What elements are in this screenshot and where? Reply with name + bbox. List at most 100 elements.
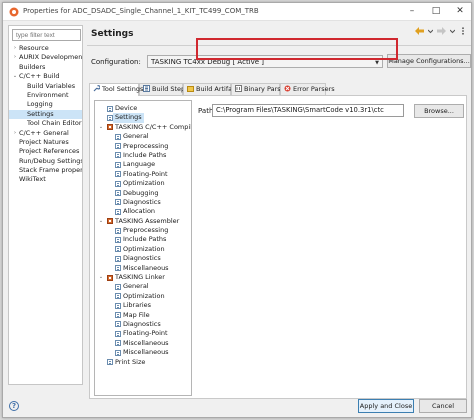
nav-item-settings[interactable]: Settings	[9, 109, 82, 120]
back-menu-chevron-icon[interactable]	[428, 27, 433, 35]
chevron-right-icon[interactable]: ›	[12, 129, 18, 138]
manage-configurations-button[interactable]: Manage Configurations...	[387, 54, 471, 68]
nav-item-wikitext[interactable]: WikiText	[9, 175, 82, 184]
minimize-button[interactable]: –	[407, 6, 417, 16]
nav-item-logging[interactable]: Logging	[9, 100, 82, 109]
forward-arrow-icon[interactable]	[437, 27, 446, 35]
nav-item-resource[interactable]: › Resource	[9, 44, 82, 53]
tree-item-compiler-debugging[interactable]: Debugging	[95, 189, 191, 198]
tree-item-linker-optimization[interactable]: Optimization	[95, 292, 191, 301]
back-arrow-icon[interactable]	[415, 27, 424, 35]
help-icon[interactable]: ?	[9, 401, 19, 411]
chevron-down-icon[interactable]: ⌄	[98, 273, 104, 282]
nav-item-aurix-development[interactable]: › AURIX Development	[9, 53, 82, 62]
apply-and-close-button[interactable]: Apply and Close	[358, 399, 414, 413]
tree-item-compiler-allocation[interactable]: Allocation	[95, 207, 191, 216]
nav-item-cpp-build[interactable]: ⌄ C/C++ Build	[9, 72, 82, 81]
tree-item-compiler[interactable]: ⌄ TASKING C/C++ Compiler	[95, 123, 191, 132]
nav-item-project-references[interactable]: Project References	[9, 147, 82, 156]
nav-item-label: Project Natures	[19, 137, 69, 146]
nav-item-tool-chain-editor[interactable]: Tool Chain Editor	[9, 119, 82, 128]
maximize-button[interactable]: □	[431, 6, 441, 16]
page-navigation	[415, 27, 467, 35]
tree-item-device[interactable]: Device	[95, 104, 191, 113]
wrench-icon	[93, 85, 100, 92]
tree-item-label: Optimization	[123, 179, 165, 188]
tab-error-parsers[interactable]: Error Parsers	[280, 83, 335, 95]
tree-item-compiler-diagnostics[interactable]: Diagnostics	[95, 198, 191, 207]
tree-item-compiler-general[interactable]: General	[95, 132, 191, 141]
tree-item-linker-miscellaneous-2[interactable]: Miscellaneous	[95, 348, 191, 357]
cancel-button[interactable]: Cancel	[419, 399, 467, 413]
tree-item-label: TASKING C/C++ Compiler	[115, 122, 192, 131]
tab-binary-parsers[interactable]: Binary Parsers	[231, 83, 291, 95]
tab-build-artifact[interactable]: Build Artifact	[183, 83, 238, 95]
tree-item-compiler-floating-point[interactable]: Floating-Point	[95, 170, 191, 179]
path-row: Path C:\Program Files\TASKING\SmartCode …	[198, 104, 464, 118]
tree-item-linker-miscellaneous[interactable]: Miscellaneous	[95, 339, 191, 348]
nav-item-builders[interactable]: Builders	[9, 63, 82, 72]
nav-item-run-debug-settings[interactable]: Run/Debug Settings	[9, 157, 82, 166]
tree-item-compiler-language[interactable]: Language	[95, 160, 191, 169]
nav-item-project-natures[interactable]: Project Natures	[9, 138, 82, 147]
tab-build-steps[interactable]: Build Steps	[139, 83, 189, 95]
nav-item-cpp-general[interactable]: › C/C++ General	[9, 129, 82, 138]
nav-item-label: Tool Chain Editor	[27, 119, 82, 128]
close-button[interactable]: ✕	[455, 6, 465, 16]
tree-item-compiler-include-paths[interactable]: Include Paths	[95, 151, 191, 160]
nav-item-build-variables[interactable]: Build Variables	[9, 82, 82, 91]
page-icon	[115, 321, 121, 328]
chevron-down-icon[interactable]: ⌄	[12, 72, 18, 81]
tree-item-assembler-miscellaneous[interactable]: Miscellaneous	[95, 264, 191, 273]
filter-input[interactable]	[12, 29, 81, 41]
view-menu-icon[interactable]	[459, 27, 467, 35]
window-title: Properties for ADC_DSADC_Single_Channel_…	[23, 7, 259, 15]
tree-item-label: Map File	[123, 310, 150, 319]
tree-item-linker[interactable]: ⌄ TASKING Linker	[95, 273, 191, 282]
nav-item-label: Build Variables	[27, 81, 76, 90]
tree-item-label: Optimization	[123, 244, 165, 253]
tree-item-label: Debugging	[123, 188, 159, 197]
tree-item-label: Miscellaneous	[123, 348, 169, 357]
tree-item-assembler[interactable]: ⌄ TASKING Assembler	[95, 217, 191, 226]
configuration-label: Configuration:	[91, 58, 141, 66]
page-icon	[115, 236, 121, 243]
tree-item-linker-floating-point[interactable]: Floating-Point	[95, 329, 191, 338]
nav-item-label: Project References	[19, 147, 80, 156]
tree-item-settings[interactable]: Settings	[95, 113, 191, 123]
tab-tool-settings[interactable]: Tool Settings	[89, 83, 143, 96]
tree-item-assembler-diagnostics[interactable]: Diagnostics	[95, 254, 191, 263]
tree-item-label: Floating-Point	[123, 329, 168, 338]
nav-item-label: Logging	[27, 100, 53, 109]
chevron-down-icon[interactable]: ⌄	[98, 123, 104, 132]
chevron-right-icon[interactable]: ›	[12, 44, 18, 53]
tree-item-compiler-optimization[interactable]: Optimization	[95, 179, 191, 188]
properties-dialog: Properties for ADC_DSADC_Single_Channel_…	[2, 2, 472, 418]
tree-item-label: Optimization	[123, 291, 165, 300]
tree-item-assembler-preprocessing[interactable]: Preprocessing	[95, 226, 191, 235]
browse-button[interactable]: Browse...	[414, 104, 464, 118]
chevron-down-icon[interactable]: ⌄	[98, 217, 104, 226]
nav-item-label: C/C++ General	[19, 128, 69, 137]
tree-item-compiler-preprocessing[interactable]: Preprocessing	[95, 142, 191, 151]
tree-item-assembler-optimization[interactable]: Optimization	[95, 245, 191, 254]
tree-item-print-size[interactable]: Print Size	[95, 358, 191, 367]
page-icon	[115, 283, 121, 290]
tree-item-linker-general[interactable]: General	[95, 282, 191, 291]
tree-item-assembler-include-paths[interactable]: Include Paths	[95, 235, 191, 244]
nav-item-stack-frame[interactable]: Stack Frame properti	[9, 166, 82, 175]
tool-icon	[107, 274, 113, 281]
tree-item-linker-diagnostics[interactable]: Diagnostics	[95, 320, 191, 329]
nav-item-label: WikiText	[19, 175, 46, 184]
tree-item-linker-libraries[interactable]: Libraries	[95, 301, 191, 310]
tree-item-linker-map-file[interactable]: Map File	[95, 311, 191, 320]
page-icon	[107, 105, 113, 112]
tree-item-label: TASKING Assembler	[115, 216, 180, 225]
page-icon	[115, 312, 121, 319]
chevron-right-icon[interactable]: ›	[12, 53, 18, 62]
nav-item-environment[interactable]: Environment	[9, 91, 82, 100]
artifact-icon	[187, 86, 194, 92]
forward-menu-chevron-icon[interactable]	[450, 27, 455, 35]
path-input[interactable]: C:\Program Files\TASKING\SmartCode v10.3…	[212, 104, 404, 117]
highlight-box	[196, 38, 398, 60]
